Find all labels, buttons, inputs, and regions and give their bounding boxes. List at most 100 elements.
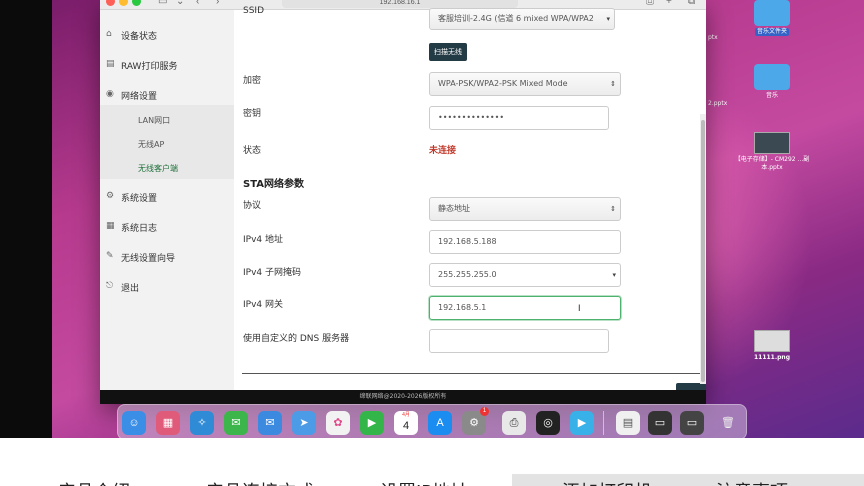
sidebar: ⌂ 设备状态 ▤ RAW打印服务 ◉ 网络设置 LAN网口 无线AP 无线客户端… xyxy=(100,10,234,390)
scrollbar-thumb[interactable] xyxy=(701,120,705,382)
pptx-thumbnail-icon xyxy=(754,132,790,154)
sidebar-item-label: 设备状态 xyxy=(121,32,158,42)
sidebar-item-logout[interactable]: ⎋ 退出 xyxy=(100,272,234,302)
network-submenu: LAN网口 无线AP 无线客户端 xyxy=(100,105,234,179)
subtitle-tab-connection[interactable]: 产品连接方式 xyxy=(206,478,314,486)
pin-icon: ✎ xyxy=(106,251,114,261)
exit-icon: ⎋ xyxy=(106,281,114,291)
desktop-icon-label: 音乐 xyxy=(765,92,778,99)
browser-window: ▭ ⌄ ‹ › 192.168.16.1 ⎙ + ⧉ ⌂ 设备状态 ▤ RAW打… xyxy=(100,0,706,404)
facetime-icon[interactable]: ▶ xyxy=(360,411,384,435)
dock: ☺ ▦ ✧ ✉ ✉ ➤ ✿ ▶ 4月 4 A ⚙ 1 ⎙ ◎ ▶ ▤ ▭ ▭ 🗑 xyxy=(117,404,747,440)
gateway-input[interactable]: 192.168.5.1 xyxy=(429,296,621,320)
chevron-down-icon[interactable]: ⌄ xyxy=(176,0,184,7)
printer-icon: ▤ xyxy=(106,59,115,69)
desktop-folder-music[interactable]: 音乐 xyxy=(744,64,800,100)
desktop-folder-music-files[interactable]: 音乐文件夹 xyxy=(744,0,800,36)
protocol-label: 协议 xyxy=(243,201,262,211)
sidebar-item-device-status[interactable]: ⌂ 设备状态 xyxy=(100,20,234,50)
messages-icon[interactable]: ✉ xyxy=(224,411,248,435)
sidebar-item-label: 退出 xyxy=(121,284,140,294)
desktop-partial-label: 2.pptx xyxy=(708,100,728,107)
maximize-window-button[interactable] xyxy=(132,0,141,6)
desktop-partial-label: ptx xyxy=(708,34,718,41)
calendar-month: 4月 xyxy=(402,412,410,418)
key-input[interactable]: •••••••••••••• xyxy=(429,106,609,130)
launchpad-icon[interactable]: ▦ xyxy=(156,411,180,435)
safari-icon[interactable]: ✧ xyxy=(190,411,214,435)
desktop-file-png[interactable]: 11111.png xyxy=(744,330,800,362)
gateway-label: IPv4 网关 xyxy=(243,300,283,310)
key-label: 密钥 xyxy=(243,109,262,119)
left-black-border xyxy=(0,0,52,438)
back-icon[interactable]: ‹ xyxy=(196,0,199,7)
status-label: 状态 xyxy=(243,146,262,156)
sidebar-item-system-settings[interactable]: ⚙ 系统设置 xyxy=(100,182,234,212)
subtitle-tab-notes[interactable]: 注意事项 xyxy=(716,478,788,486)
encryption-label: 加密 xyxy=(243,76,262,86)
key-value: •••••••••••••• xyxy=(438,113,505,122)
encryption-select[interactable]: WPA-PSK/WPA2-PSK Mixed Mode ⇕ xyxy=(429,72,621,96)
photos-icon[interactable]: ✿ xyxy=(326,411,350,435)
sidebar-item-wireless-wizard[interactable]: ✎ 无线设置向导 xyxy=(100,242,234,272)
minimize-window-button[interactable] xyxy=(119,0,128,6)
folder-icon xyxy=(754,64,790,90)
protocol-select[interactable]: 静态地址 ⇕ xyxy=(429,197,621,221)
ssid-value: 客服培训-2.4G (信道 6 mixed WPA/WPA2 xyxy=(438,14,594,23)
gateway-value: 192.168.5.1 xyxy=(438,303,487,312)
tab-overview-icon[interactable]: ⧉ xyxy=(688,0,695,7)
sidebar-item-label: RAW打印服务 xyxy=(121,62,178,72)
document-icon[interactable]: ▤ xyxy=(616,411,640,435)
close-window-button[interactable] xyxy=(106,0,115,6)
home-icon: ⌂ xyxy=(106,29,112,39)
ipv4-address-value: 192.168.5.188 xyxy=(438,237,497,246)
text-cursor-icon: I xyxy=(578,303,581,313)
subnet-mask-value: 255.255.255.0 xyxy=(438,270,497,279)
notification-badge: 1 xyxy=(480,407,489,416)
sidebar-item-label: 系统日志 xyxy=(121,224,158,234)
forward-icon[interactable]: › xyxy=(216,0,219,7)
chevron-down-icon: ▾ xyxy=(612,271,616,279)
subtitle-tab-set-ip[interactable]: 设置IP地址 xyxy=(380,478,468,486)
app-store-icon[interactable]: A xyxy=(428,411,452,435)
main-content: SSID 客服培训-2.4G (信道 6 mixed WPA/WPA2 ▾ 扫描… xyxy=(234,6,706,397)
ipv4-address-input[interactable]: 192.168.5.188 xyxy=(429,230,621,254)
desktop-file-pptx[interactable]: 【电子存储】- CM292 ...副本.pptx xyxy=(732,132,812,172)
maps-icon[interactable]: ➤ xyxy=(292,411,316,435)
address-bar[interactable]: 192.168.16.1 xyxy=(282,0,518,8)
sidebar-toggle-icon[interactable]: ▭ xyxy=(158,0,167,7)
scan-wireless-button[interactable]: 扫描无线 xyxy=(429,43,467,61)
desktop-icon-label: 【电子存储】- CM292 ...副本.pptx xyxy=(734,156,810,171)
chevron-updown-icon: ⇕ xyxy=(610,205,616,213)
sidebar-item-raw-print[interactable]: ▤ RAW打印服务 xyxy=(100,50,234,80)
desktop-icon-label: 11111.png xyxy=(753,354,790,361)
page-footer: 缔联网络@2020-2026版权所有 xyxy=(100,390,706,404)
subtitle-tab-product-intro[interactable]: 产品介绍 xyxy=(58,478,130,486)
chevron-updown-icon: ⇕ xyxy=(610,80,616,88)
new-tab-icon[interactable]: + xyxy=(666,0,672,7)
dns-input[interactable] xyxy=(429,329,609,353)
sidebar-item-system-log[interactable]: ▦ 系统日志 xyxy=(100,212,234,242)
finder-icon[interactable]: ☺ xyxy=(122,411,146,435)
ssid-select[interactable]: 客服培训-2.4G (信道 6 mixed WPA/WPA2 ▾ xyxy=(429,8,615,30)
obs-icon[interactable]: ◎ xyxy=(536,411,560,435)
video-player-icon[interactable]: ▶ xyxy=(570,411,594,435)
sidebar-item-label: 系统设置 xyxy=(121,194,158,204)
sidebar-subitem-wireless-ap[interactable]: 无线AP xyxy=(138,139,164,150)
printer-app-icon[interactable]: ⎙ xyxy=(502,411,526,435)
browser-titlebar: ▭ ⌄ ‹ › 192.168.16.1 ⎙ + ⧉ xyxy=(100,0,706,10)
sidebar-subitem-wireless-client[interactable]: 无线客户端 xyxy=(138,163,178,174)
subtitle-tab-add-printer[interactable]: 添加打印机 xyxy=(562,478,652,486)
dns-label: 使用自定义的 DNS 服务器 xyxy=(243,334,350,344)
sidebar-subitem-lan[interactable]: LAN网口 xyxy=(138,115,170,126)
mail-icon[interactable]: ✉ xyxy=(258,411,282,435)
desktop-icon-label: 音乐文件夹 xyxy=(754,28,789,36)
share-icon[interactable]: ⎙ xyxy=(646,0,654,7)
subnet-mask-label: IPv4 子网掩码 xyxy=(243,268,301,278)
window-thumbnail-icon[interactable]: ▭ xyxy=(648,411,672,435)
trash-icon[interactable]: 🗑 xyxy=(716,411,740,435)
calendar-icon[interactable]: 4月 4 xyxy=(394,411,418,435)
window-thumbnail-icon[interactable]: ▭ xyxy=(680,411,704,435)
subnet-mask-combobox[interactable]: 255.255.255.0 ▾ xyxy=(429,263,621,287)
folder-icon xyxy=(754,0,790,26)
